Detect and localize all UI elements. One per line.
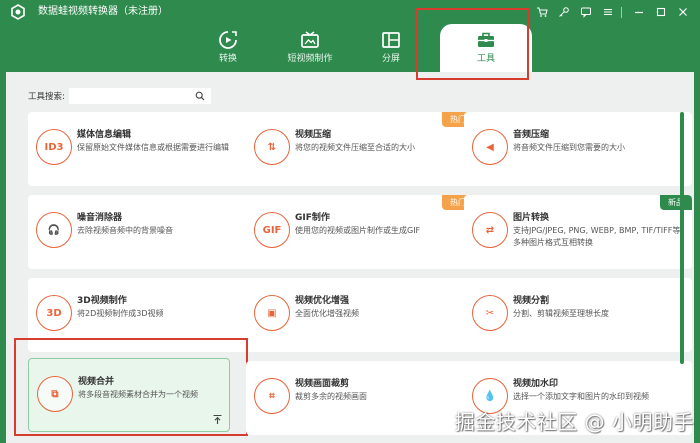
- short-video-icon: [301, 31, 319, 48]
- id3-icon: ID3: [36, 129, 72, 165]
- tool-title: 媒体信息编辑: [77, 130, 132, 140]
- tool-desc: 选择一个添加文字和图片的水印到视频: [513, 392, 649, 401]
- watermark-text: 掘金技术社区 @ 小明助手: [454, 410, 694, 434]
- compress-icon: ⇅: [254, 129, 290, 165]
- tool-title: 视频合并: [78, 377, 115, 387]
- tool-card-gif-maker[interactable]: GIF GIF制作 使用您的视频或图片制作或生成GIF 热门: [246, 195, 474, 269]
- tool-card-video-compress[interactable]: ⇅ 视频压缩 将您的视频文件压缩至合适的大小 热门: [246, 112, 474, 186]
- tool-desc: 将您的视频文件压缩至合适的大小: [295, 143, 415, 152]
- tool-card-video-merge[interactable]: ⧉ 视频合并 将多段音视频素材合并为一个视频: [28, 358, 230, 432]
- tool-desc: 裁剪多余的视频画面: [295, 392, 367, 401]
- audio-compress-icon: ◀: [472, 129, 508, 165]
- 3d-icon: 3D: [36, 295, 72, 331]
- tool-desc: 将2D视频制作成3D视频: [77, 309, 164, 318]
- image-convert-icon: ⇄: [472, 212, 508, 248]
- tab-tools-label: 工具: [476, 54, 495, 64]
- headphones-icon: 🎧: [36, 212, 72, 248]
- tool-title: 视频加水印: [513, 379, 559, 389]
- menu-icon[interactable]: [598, 3, 617, 21]
- tool-card-audio-compress[interactable]: ◀ 音频压缩 将音频文件压缩到您需要的大小: [464, 112, 692, 186]
- tab-split-screen[interactable]: 分屏: [343, 26, 439, 70]
- tool-title: 视频优化增强: [295, 296, 350, 306]
- tool-title: 噪音消除器: [77, 213, 123, 223]
- search-input[interactable]: [68, 92, 189, 109]
- search-box: [68, 88, 211, 109]
- tool-desc: 将多段音视频素材合并为一个视频: [78, 390, 198, 399]
- tool-card-video-split[interactable]: ✂ 视频分割 分割、剪辑视频至理想长度: [464, 278, 692, 352]
- feedback-icon[interactable]: [576, 3, 595, 21]
- tool-title: 视频画面裁剪: [295, 379, 350, 389]
- tool-card-noise-remover[interactable]: 🎧 噪音消除器 去除视频音频中的背景噪音: [28, 195, 256, 269]
- tool-desc: 将音频文件压缩到您需要的大小: [513, 143, 625, 152]
- convert-icon: [219, 31, 237, 49]
- tool-title: 图片转换: [513, 213, 550, 223]
- tool-title: GIF制作: [295, 213, 330, 223]
- toolbox-icon: [478, 32, 494, 47]
- tool-title: 3D视频制作: [77, 296, 127, 306]
- title-bar: 数据蛙视频转换器（未注册）: [0, 0, 700, 24]
- tool-desc: 全面优化增强视频: [295, 309, 359, 318]
- divider: [621, 6, 622, 18]
- close-icon[interactable]: [673, 3, 692, 21]
- search-row: 工具搜索:: [28, 88, 211, 109]
- enhance-icon: ▣: [254, 295, 290, 331]
- tool-desc: 去除视频音频中的背景噪音: [77, 226, 173, 235]
- tool-desc: 使用您的视频或图片制作或生成GIF: [295, 226, 421, 235]
- scissors-icon: ✂: [472, 295, 508, 331]
- new-badge: 新品: [660, 195, 692, 210]
- key-icon[interactable]: [554, 3, 573, 21]
- tool-card-3d-maker[interactable]: 3D 3D视频制作 将2D视频制作成3D视频: [28, 278, 256, 352]
- cart-icon[interactable]: [532, 3, 551, 21]
- tool-desc: 支持JPG/JPEG, PNG, WEBP, BMP, TIF/TIFF等多种图…: [513, 226, 681, 247]
- minimize-icon[interactable]: [629, 3, 648, 21]
- maximize-icon[interactable]: [651, 3, 670, 21]
- tool-title: 视频压缩: [295, 130, 332, 140]
- tool-desc: 分割、剪辑视频至理想长度: [513, 309, 609, 318]
- tool-title: 视频分割: [513, 296, 550, 306]
- gif-icon: GIF: [254, 212, 290, 248]
- tools-panel: 工具搜索: ID3 媒体信息编辑 保留原始文件媒体信息或根据需要进行编辑 ⇅ 视…: [6, 72, 694, 443]
- tool-card-media-info[interactable]: ID3 媒体信息编辑 保留原始文件媒体信息或根据需要进行编辑: [28, 112, 256, 186]
- search-label: 工具搜索:: [28, 92, 65, 102]
- tool-desc: 保留原始文件媒体信息或根据需要进行编辑: [77, 143, 229, 152]
- app-logo-icon: [11, 4, 25, 20]
- tab-split-screen-label: 分屏: [381, 54, 400, 64]
- split-screen-icon: [382, 32, 400, 48]
- app-title: 数据蛙视频转换器（未注册）: [38, 6, 168, 17]
- tool-title: 音频压缩: [513, 130, 550, 140]
- merge-icon: ⧉: [37, 376, 73, 412]
- tool-card-video-crop[interactable]: ⌗ 视频画面裁剪 裁剪多余的视频画面: [246, 361, 474, 435]
- search-icon[interactable]: [195, 91, 205, 101]
- crop-icon: ⌗: [254, 378, 290, 414]
- main-nav: 转换 短视频制作 分屏 工具: [0, 24, 700, 75]
- tool-card-image-convert[interactable]: ⇄ 图片转换 支持JPG/JPEG, PNG, WEBP, BMP, TIF/T…: [464, 195, 692, 269]
- window-controls: [529, 3, 692, 21]
- tool-card-video-enhance[interactable]: ▣ 视频优化增强 全面优化增强视频: [246, 278, 474, 352]
- tab-tools[interactable]: 工具: [440, 24, 532, 75]
- scrollbar-thumb[interactable]: [680, 112, 684, 364]
- pin-top-icon[interactable]: [212, 414, 223, 425]
